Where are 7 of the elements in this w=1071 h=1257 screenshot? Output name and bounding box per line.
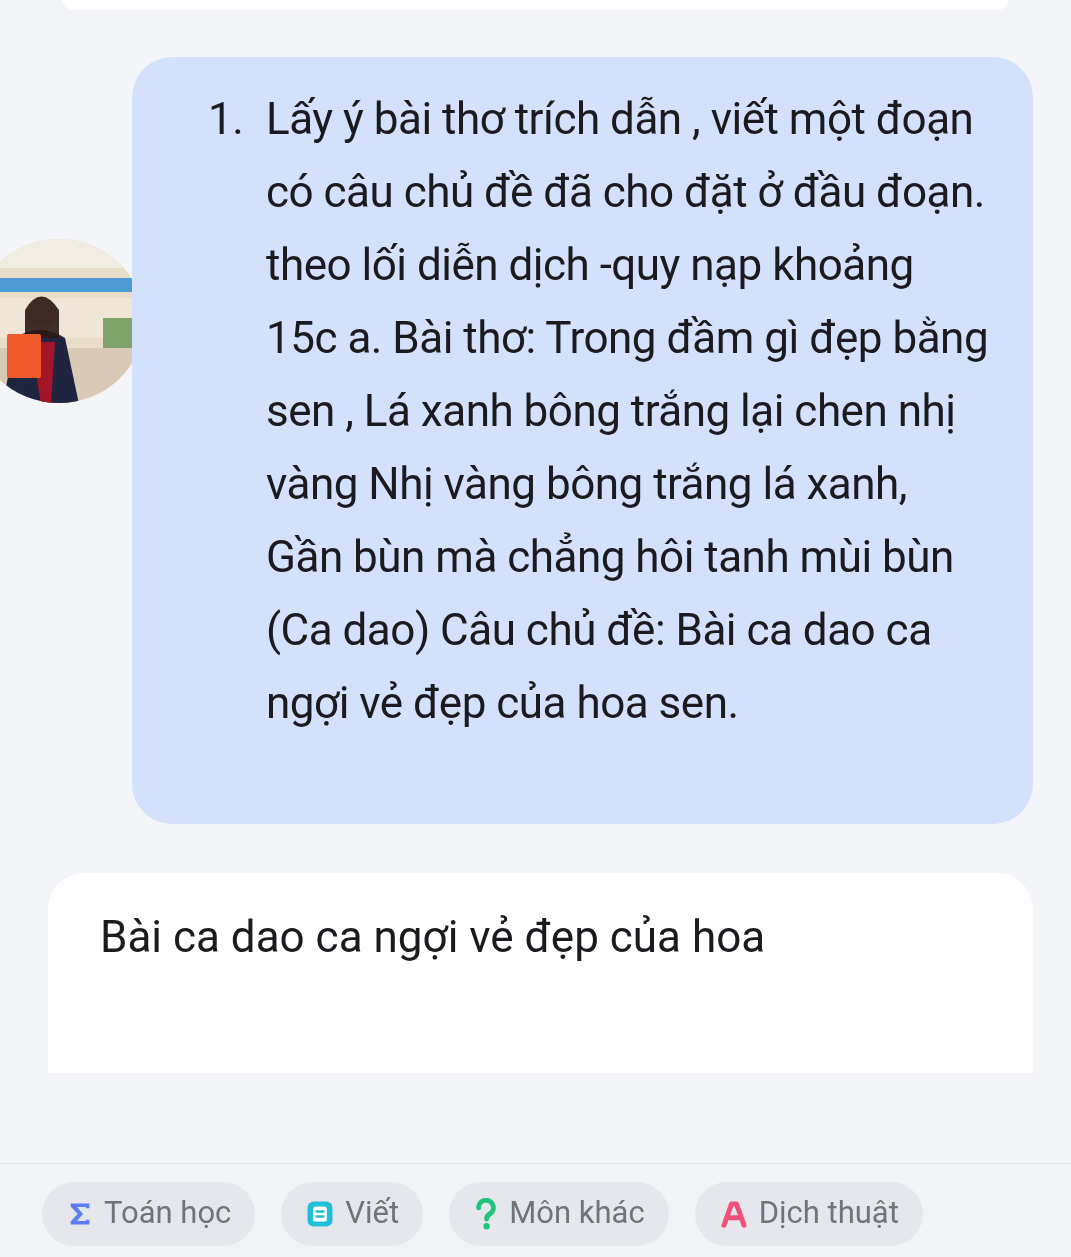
subject-chip[interactable]: Viết: [281, 1181, 424, 1246]
subject-chip[interactable]: Dịch thuật: [694, 1181, 923, 1246]
subject-chip[interactable]: Môn khác: [449, 1181, 669, 1246]
question-text: Lấy ý bài thơ trích dẫn , viết một đoạn có câu chủ đề đã cho đặt ở đầu đoạn. theo lối diễn dịch -quy nạp khoảng 15c a. Bài thơ: Trong đầm gì đẹp bằng sen , Lá xanh bông trắng lại chen nhị vàng Nhị vàng bông trắng lá xanh, Gần bùn mà chẳng hôi tanh mùi bùn (Ca dao) Câu chủ đề: Bài ca dao ca ngợi vẻ đẹp của hoa sen.: [266, 92, 990, 731]
answer-text: Bài ca dao ca ngợi vẻ đẹp của hoa: [100, 910, 767, 965]
list-number: 1.: [208, 92, 245, 147]
subject-chip[interactable]: Toán học: [42, 1181, 256, 1246]
